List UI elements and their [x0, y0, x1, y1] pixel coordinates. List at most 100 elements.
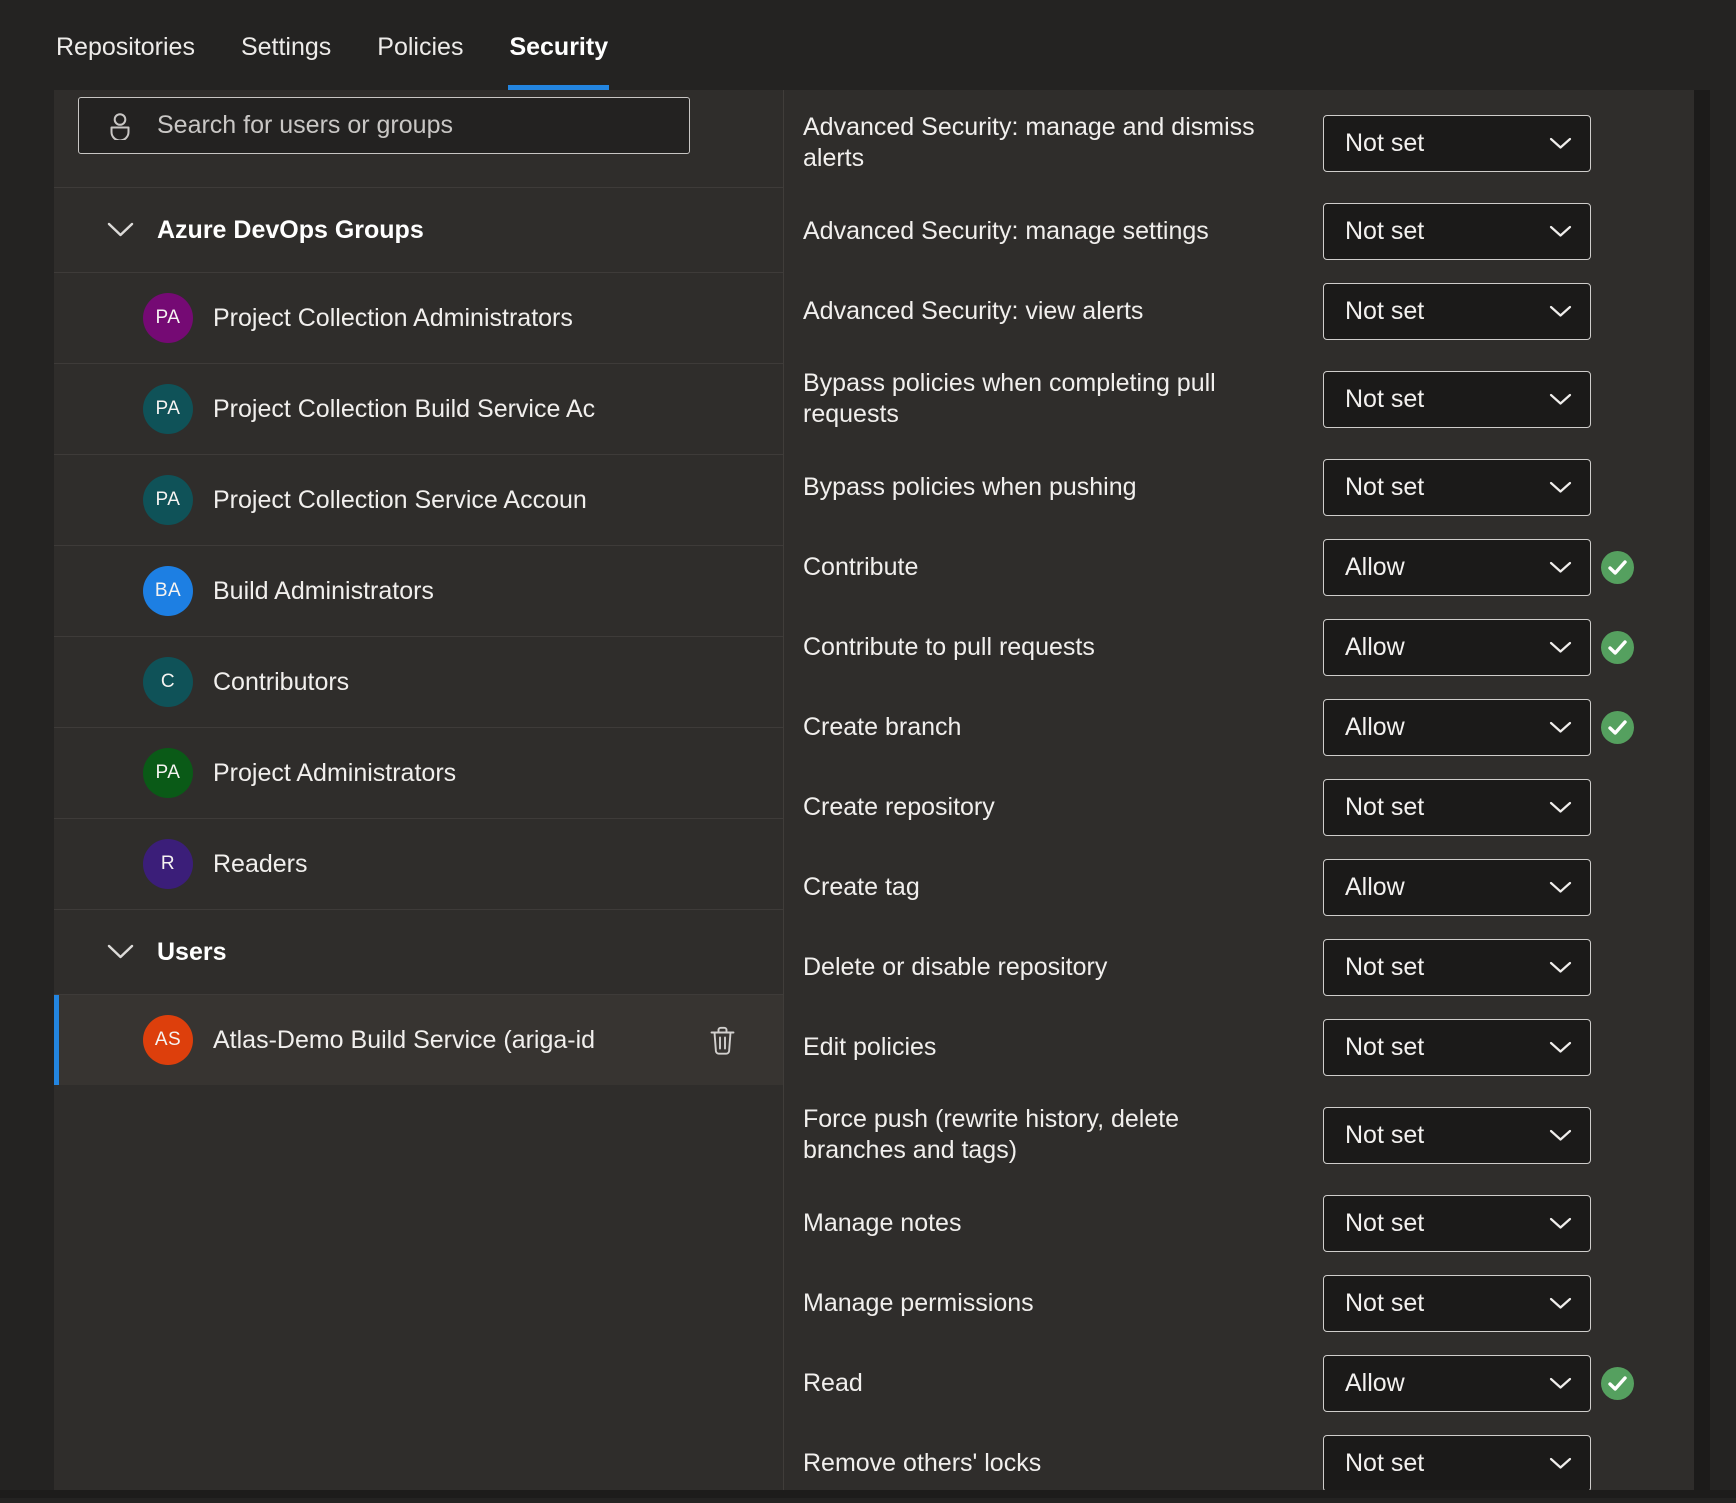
window-bottom-edge: [0, 1490, 1736, 1498]
permission-row-edit-policies: Edit policiesNot set: [803, 1007, 1682, 1087]
permission-row-advanced-security-view-alerts: Advanced Security: view alerts Not set: [803, 271, 1682, 351]
avatar: C: [143, 657, 193, 707]
chevron-down-icon: [1549, 1041, 1572, 1054]
permission-row-force-push-rewrite-history-delete-branches-and-tags: Force push (rewrite history, delete bran…: [803, 1087, 1682, 1183]
permission-dropdown-advanced-security-manage-and-dismiss-alerts[interactable]: Not set: [1323, 115, 1591, 172]
list-item-readers[interactable]: RReaders: [54, 818, 783, 909]
permission-dropdown-edit-policies[interactable]: Not set: [1323, 1019, 1591, 1076]
granted-check-badge: [1601, 631, 1634, 664]
permission-control: Allow: [1323, 859, 1634, 916]
permission-dropdown-advanced-security-manage-settings[interactable]: Not set: [1323, 203, 1591, 260]
list-item-project-collection-build-service-ac[interactable]: PA Project Collection Build Service Ac: [54, 363, 783, 454]
permission-dropdown-bypass-policies-when-pushing[interactable]: Not set: [1323, 459, 1591, 516]
tab-settings[interactable]: Settings: [240, 0, 332, 90]
chevron-down-icon: [1549, 481, 1572, 494]
tab-policies[interactable]: Policies: [376, 0, 464, 90]
list-item-project-collection-administrators[interactable]: PAProject Collection Administrators: [54, 272, 783, 363]
granted-indicator-slot: [1591, 551, 1634, 584]
check-icon: [1608, 640, 1627, 655]
tab-repositories[interactable]: Repositories: [55, 0, 196, 90]
permission-label: Create tag: [803, 855, 1323, 920]
dropdown-selected-value: Not set: [1345, 1289, 1549, 1318]
permission-dropdown-bypass-policies-when-completing-pull-requests[interactable]: Not set: [1323, 371, 1591, 428]
permission-row-contribute-to-pull-requests: Contribute to pull requestsAllow: [803, 607, 1682, 687]
list-item-build-administrators[interactable]: BABuild Administrators: [54, 545, 783, 636]
section-label: Users: [157, 938, 227, 967]
person-icon: [107, 112, 133, 140]
dropdown-selected-value: Allow: [1345, 713, 1549, 742]
tab-security[interactable]: Security: [508, 0, 609, 90]
selected-indicator: [54, 995, 59, 1085]
permission-dropdown-contribute[interactable]: Allow: [1323, 539, 1591, 596]
granted-indicator-slot: [1591, 1367, 1634, 1400]
permission-row-contribute: ContributeAllow: [803, 527, 1682, 607]
left-gutter: [0, 90, 54, 1490]
search-input[interactable]: [155, 110, 673, 141]
permission-control: Not set: [1323, 1275, 1634, 1332]
tab-bar: Repositories Settings Policies Security: [0, 0, 1736, 90]
permission-row-bypass-policies-when-pushing: Bypass policies when pushingNot set: [803, 447, 1682, 527]
list-item-project-administrators[interactable]: PAProject Administrators: [54, 727, 783, 818]
permission-row-manage-notes: Manage notesNot set: [803, 1183, 1682, 1263]
item-label: Project Collection Build Service Ac: [213, 395, 783, 424]
dropdown-selected-value: Not set: [1345, 953, 1549, 982]
permission-control: Not set: [1323, 1107, 1634, 1164]
chevron-down-icon: [1549, 1457, 1572, 1470]
permission-row-advanced-security-manage-and-dismiss-alerts: Advanced Security: manage and dismiss al…: [803, 95, 1682, 191]
permission-row-advanced-security-manage-settings: Advanced Security: manage settingsNot se…: [803, 191, 1682, 271]
item-label: Project Collection Service Accoun: [213, 486, 783, 515]
permission-dropdown-read[interactable]: Allow: [1323, 1355, 1591, 1412]
permission-row-read: ReadAllow: [803, 1343, 1682, 1423]
permissions-panel: Advanced Security: manage and dismiss al…: [784, 90, 1694, 1490]
permission-control: Not set: [1323, 283, 1634, 340]
identity-panel: Azure DevOps GroupsPAProject Collection …: [54, 90, 784, 1490]
section-label: Azure DevOps Groups: [157, 216, 424, 245]
chevron-down-icon[interactable]: [107, 944, 134, 960]
permission-dropdown-manage-notes[interactable]: Not set: [1323, 1195, 1591, 1252]
dropdown-selected-value: Allow: [1345, 1369, 1549, 1398]
list-item-atlas-demo-build-service-ariga-id[interactable]: AS Atlas-Demo Build Service (ariga-id: [54, 994, 783, 1085]
permission-label: Advanced Security: view alerts: [803, 279, 1323, 344]
avatar: PA: [143, 384, 193, 434]
chevron-down-icon: [1549, 721, 1572, 734]
avatar: AS: [143, 1015, 193, 1065]
permission-dropdown-create-repository[interactable]: Not set: [1323, 779, 1591, 836]
dropdown-selected-value: Allow: [1345, 633, 1549, 662]
permission-control: Allow: [1323, 619, 1634, 676]
dropdown-selected-value: Allow: [1345, 873, 1549, 902]
permission-dropdown-manage-permissions[interactable]: Not set: [1323, 1275, 1591, 1332]
permission-dropdown-create-branch[interactable]: Allow: [1323, 699, 1591, 756]
check-icon: [1608, 1376, 1627, 1391]
avatar: PA: [143, 475, 193, 525]
permission-row-create-repository: Create repositoryNot set: [803, 767, 1682, 847]
permission-control: Not set: [1323, 1195, 1634, 1252]
permission-dropdown-force-push-rewrite-history-delete-branches-and-tags[interactable]: Not set: [1323, 1107, 1591, 1164]
dropdown-selected-value: Not set: [1345, 1033, 1549, 1062]
list-item-project-collection-service-accoun[interactable]: PA Project Collection Service Accoun: [54, 454, 783, 545]
dropdown-selected-value: Not set: [1345, 1209, 1549, 1238]
identity-list: Azure DevOps GroupsPAProject Collection …: [54, 187, 783, 1085]
permission-control: Not set: [1323, 779, 1634, 836]
permission-dropdown-contribute-to-pull-requests[interactable]: Allow: [1323, 619, 1591, 676]
chevron-down-icon: [1549, 1297, 1572, 1310]
section-header-azure-devops-groups[interactable]: Azure DevOps Groups: [54, 187, 783, 272]
permission-control: Not set: [1323, 115, 1634, 172]
section-header-users[interactable]: Users: [54, 909, 783, 994]
list-item-contributors[interactable]: CContributors: [54, 636, 783, 727]
granted-check-badge: [1601, 551, 1634, 584]
chevron-down-icon: [1549, 1217, 1572, 1230]
permission-dropdown-delete-or-disable-repository[interactable]: Not set: [1323, 939, 1591, 996]
permission-dropdown-create-tag[interactable]: Allow: [1323, 859, 1591, 916]
permission-row-bypass-policies-when-completing-pull-requests: Bypass policies when completing pull req…: [803, 351, 1682, 447]
dropdown-selected-value: Not set: [1345, 297, 1549, 326]
permission-control: Not set: [1323, 459, 1634, 516]
permission-control: Allow: [1323, 539, 1634, 596]
remove-user-button[interactable]: [705, 1022, 739, 1058]
permission-dropdown-remove-others-locks[interactable]: Not set: [1323, 1435, 1591, 1492]
granted-indicator-slot: [1591, 631, 1634, 664]
permission-dropdown-advanced-security-view-alerts[interactable]: Not set: [1323, 283, 1591, 340]
scrollbar-track[interactable]: [1694, 90, 1710, 1490]
chevron-down-icon: [1549, 1377, 1572, 1390]
item-label: Atlas-Demo Build Service (ariga-id: [213, 1026, 685, 1055]
chevron-down-icon[interactable]: [107, 222, 134, 238]
